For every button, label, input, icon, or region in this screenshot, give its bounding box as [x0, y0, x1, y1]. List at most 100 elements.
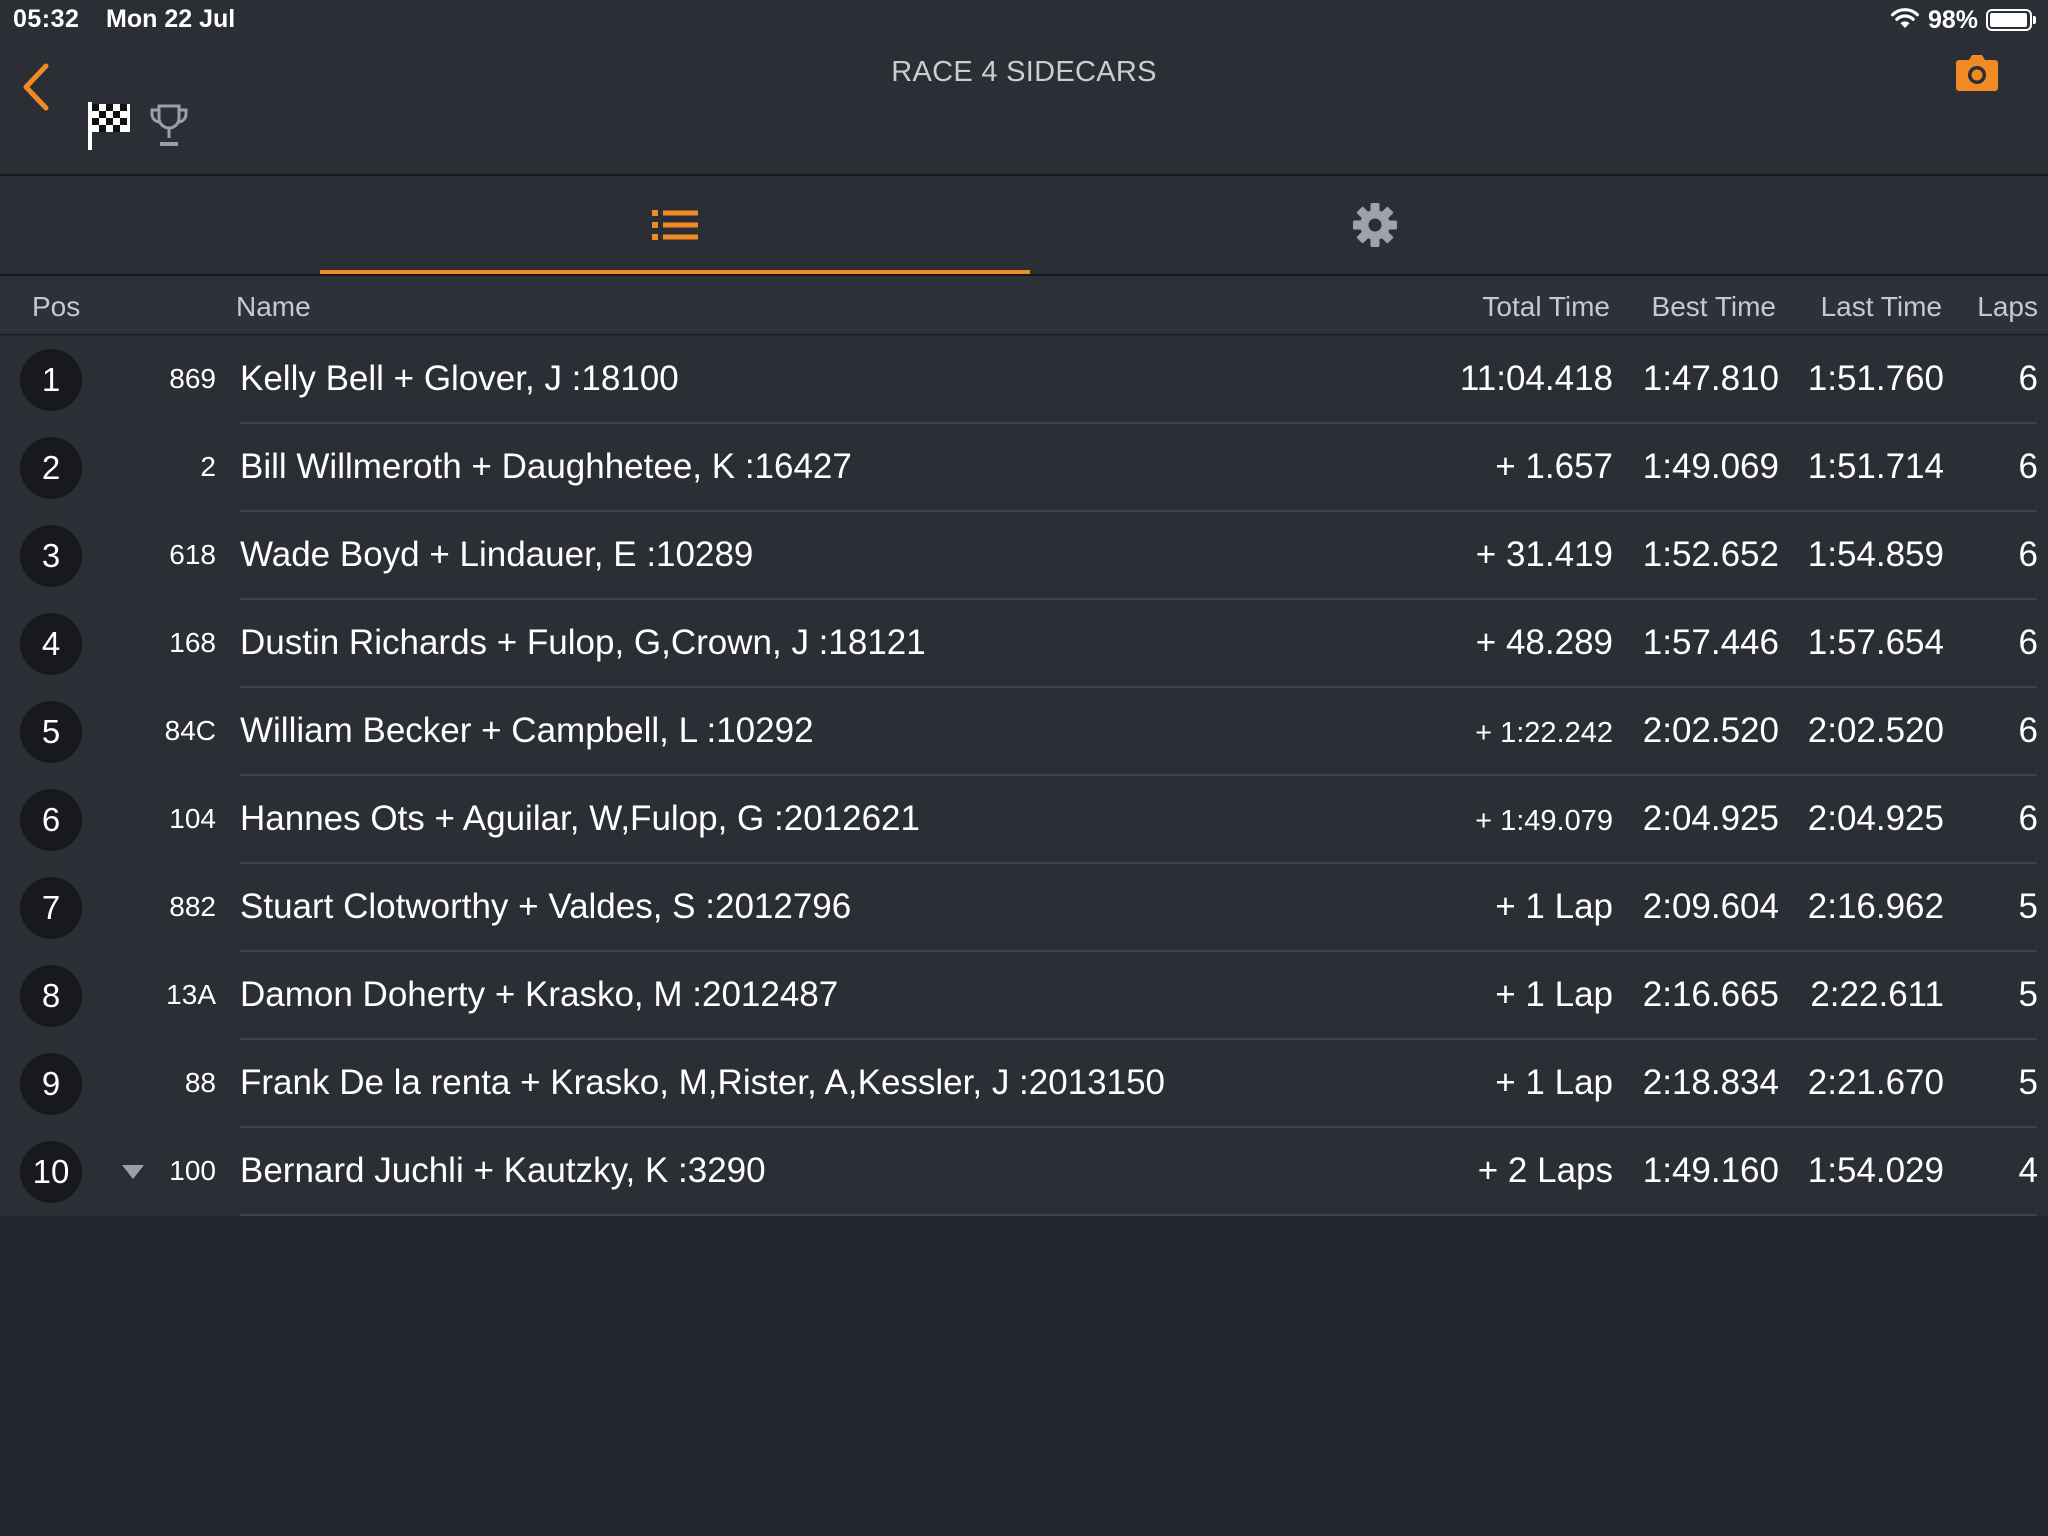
- position-badge: 8: [20, 965, 82, 1027]
- best-time: 2:02.520: [1642, 711, 1779, 750]
- best-time: 2:18.834: [1642, 1063, 1779, 1102]
- rider-name: William Becker + Campbell, L :10292: [240, 711, 814, 750]
- total-time: + 1 Lap: [1495, 887, 1613, 926]
- last-time: 2:04.925: [1807, 799, 1944, 838]
- tab-settings[interactable]: [1020, 176, 1730, 274]
- camera-button[interactable]: [1954, 52, 2000, 96]
- rider-name: Stuart Clotworthy + Valdes, S :2012796: [240, 887, 852, 926]
- best-time: 1:47.810: [1642, 359, 1779, 398]
- rider-name: Dustin Richards + Fulop, G,Crown, J :181…: [240, 623, 926, 662]
- status-date: Mon 22 Jul: [106, 5, 236, 33]
- last-time: 2:21.670: [1807, 1063, 1944, 1102]
- position-badge: 10: [20, 1141, 82, 1203]
- table-row[interactable]: 9 88 Frank De la renta + Krasko, M,Riste…: [0, 1040, 2048, 1128]
- rider-number: 618: [169, 539, 216, 570]
- gear-icon: [1353, 203, 1397, 247]
- best-time: 1:52.652: [1642, 535, 1779, 574]
- rider-number: 13A: [166, 979, 216, 1010]
- row-divider: [240, 1214, 2037, 1216]
- trophy-icon[interactable]: [148, 102, 190, 148]
- table-row[interactable]: 10 100 Bernard Juchli + Kautzky, K :3290…: [0, 1128, 2048, 1216]
- rider-name: Bill Willmeroth + Daughhetee, K :16427: [240, 447, 852, 486]
- best-time: 2:04.925: [1642, 799, 1779, 838]
- last-time: 2:22.611: [1810, 975, 1944, 1014]
- table-row[interactable]: 7 882 Stuart Clotworthy + Valdes, S :201…: [0, 864, 2048, 952]
- total-time: + 1:49.079: [1475, 805, 1613, 837]
- rider-number: 104: [169, 803, 216, 834]
- table-row[interactable]: 5 84C William Becker + Campbell, L :1029…: [0, 688, 2048, 776]
- rider-number: 2: [200, 451, 216, 482]
- position-badge: 5: [20, 701, 82, 763]
- best-time: 2:16.665: [1642, 975, 1779, 1014]
- column-header-name[interactable]: Name: [236, 291, 311, 323]
- laps-count: 6: [2018, 535, 2038, 574]
- status-bar: 05:32 Mon 22 Jul 98%: [0, 0, 2048, 40]
- rider-number: 100: [169, 1155, 216, 1186]
- last-time: 1:51.714: [1807, 447, 1944, 486]
- best-time: 1:57.446: [1642, 623, 1779, 662]
- total-time: 11:04.418: [1459, 359, 1613, 398]
- results-table-header: Pos Name Total Time Best Time Last Time …: [0, 276, 2048, 335]
- battery-percentage: 98%: [1927, 5, 1978, 34]
- table-row[interactable]: 8 13A Damon Doherty + Krasko, M :2012487…: [0, 952, 2048, 1040]
- position-badge: 1: [20, 349, 82, 411]
- list-icon: [652, 210, 698, 240]
- wifi-icon: [1890, 6, 1920, 35]
- last-time: 1:54.859: [1807, 535, 1944, 574]
- laps-count: 5: [2018, 887, 2038, 926]
- table-row[interactable]: 6 104 Hannes Ots + Aguilar, W,Fulop, G :…: [0, 776, 2048, 864]
- column-header-pos[interactable]: Pos: [32, 291, 80, 323]
- rider-name: Hannes Ots + Aguilar, W,Fulop, G :201262…: [240, 799, 920, 838]
- results-table: 1 869 Kelly Bell + Glover, J :18100 11:0…: [0, 336, 2048, 1216]
- checkered-flag-icon[interactable]: [86, 100, 132, 152]
- total-time: + 1.657: [1495, 447, 1613, 486]
- position-badge: 7: [20, 877, 82, 939]
- table-row[interactable]: 4 168 Dustin Richards + Fulop, G,Crown, …: [0, 600, 2048, 688]
- rider-number: 88: [184, 1067, 216, 1098]
- rider-name: Bernard Juchli + Kautzky, K :3290: [240, 1151, 766, 1190]
- column-header-total-time[interactable]: Total Time: [1482, 291, 1610, 323]
- best-time: 1:49.069: [1642, 447, 1779, 486]
- tab-results-list[interactable]: [320, 176, 1030, 274]
- total-time: + 1 Lap: [1495, 975, 1613, 1014]
- position-badge: 6: [20, 789, 82, 851]
- tab-bar: [0, 176, 2048, 276]
- column-header-laps[interactable]: Laps: [1977, 291, 2038, 323]
- column-header-best-time[interactable]: Best Time: [1652, 291, 1776, 323]
- rider-number: 882: [169, 891, 216, 922]
- battery-icon: [1986, 9, 2036, 31]
- total-time: + 48.289: [1475, 623, 1613, 662]
- last-time: 2:02.520: [1807, 711, 1944, 750]
- position-badge: 9: [20, 1053, 82, 1115]
- rider-name: Wade Boyd + Lindauer, E :10289: [240, 535, 754, 574]
- navigation-bar: RACE 4 SIDECARS: [0, 40, 2048, 176]
- laps-count: 6: [2018, 447, 2038, 486]
- rider-number: 869: [169, 363, 216, 394]
- page-title: RACE 4 SIDECARS: [891, 56, 1157, 88]
- position-badge: 4: [20, 613, 82, 675]
- table-row[interactable]: 3 618 Wade Boyd + Lindauer, E :10289 + 3…: [0, 512, 2048, 600]
- status-indicators: 98%: [1890, 3, 2036, 37]
- last-time: 1:57.654: [1807, 623, 1944, 662]
- rider-name: Damon Doherty + Krasko, M :2012487: [240, 975, 839, 1014]
- rider-name: Kelly Bell + Glover, J :18100: [240, 359, 679, 398]
- laps-count: 6: [2018, 359, 2038, 398]
- rider-number: 168: [169, 627, 216, 658]
- camera-icon: [1956, 55, 1998, 91]
- last-time: 1:54.029: [1807, 1151, 1944, 1190]
- laps-count: 5: [2018, 975, 2038, 1014]
- last-time: 1:51.760: [1807, 359, 1944, 398]
- total-time: + 31.419: [1475, 535, 1613, 574]
- rider-name: Frank De la renta + Krasko, M,Rister, A,…: [240, 1063, 1166, 1102]
- total-time: + 1 Lap: [1495, 1063, 1613, 1102]
- status-time: 05:32: [13, 5, 80, 33]
- position-badge: 2: [20, 437, 82, 499]
- laps-count: 6: [2018, 711, 2038, 750]
- position-badge: 3: [20, 525, 82, 587]
- laps-count: 4: [2018, 1151, 2038, 1190]
- table-row[interactable]: 1 869 Kelly Bell + Glover, J :18100 11:0…: [0, 336, 2048, 424]
- table-row[interactable]: 2 2 Bill Willmeroth + Daughhetee, K :164…: [0, 424, 2048, 512]
- laps-count: 6: [2018, 623, 2038, 662]
- column-header-last-time[interactable]: Last Time: [1821, 291, 1942, 323]
- laps-count: 5: [2018, 1063, 2038, 1102]
